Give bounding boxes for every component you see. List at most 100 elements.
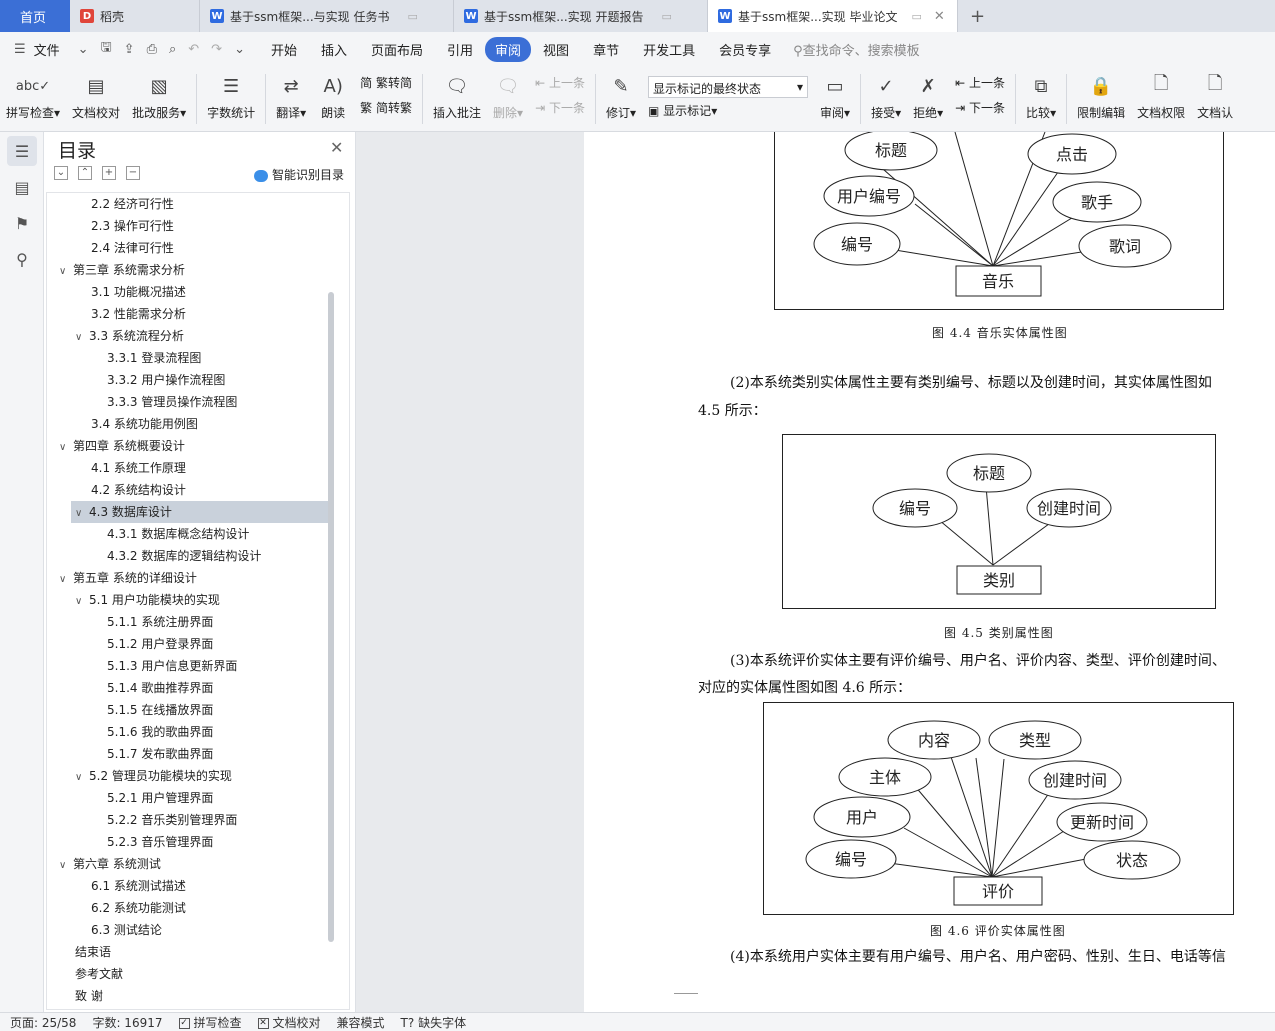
collapse-all-icon[interactable]: ⌄	[54, 166, 68, 180]
toc-item[interactable]: 3.3.3 管理员操作流程图	[47, 391, 349, 413]
toc-item[interactable]: 3.4 系统功能用例图	[47, 413, 349, 435]
simp-to-trad-button[interactable]: 繁 简转繁	[360, 99, 412, 116]
toc-item[interactable]: 5.2.3 音乐管理界面	[47, 831, 349, 853]
toc-item[interactable]: ∨ 4.3 数据库设计	[71, 501, 331, 523]
toc-item[interactable]: 4.2 系统结构设计	[47, 479, 349, 501]
print-icon[interactable]: ⎙	[141, 42, 163, 57]
toc-item[interactable]: ∨ 第四章 系统概要设计	[47, 435, 349, 457]
toc-item[interactable]: 5.2.1 用户管理界面	[47, 787, 349, 809]
menu-view[interactable]: 视图	[531, 40, 581, 59]
doc-more-button[interactable]: 🗋 文档认	[1191, 66, 1239, 121]
toc-item[interactable]: 2.2 经济可行性	[47, 193, 349, 215]
menu-devtools[interactable]: 开发工具	[631, 40, 707, 59]
read-aloud-button[interactable]: A) 朗读	[312, 66, 354, 121]
compare-button[interactable]: ⧉ 比较▾	[1020, 66, 1062, 121]
delete-comment-button[interactable]: 🗨 删除▾	[487, 66, 529, 121]
chevron-down-icon[interactable]: ∨	[75, 503, 89, 525]
chevron-down-icon[interactable]: ∨	[75, 327, 89, 349]
toc-item[interactable]: ∨ 5.2 管理员功能模块的实现	[47, 765, 349, 787]
batch-service-button[interactable]: ▧ 批改服务▾	[126, 66, 192, 121]
save-icon[interactable]: 🖫	[95, 38, 118, 60]
toc-item[interactable]: ∨ 5.1 用户功能模块的实现	[47, 589, 349, 611]
spellcheck-button[interactable]: abc✓ 拼写检查▾	[0, 66, 66, 121]
toc-item[interactable]: ∨ 第五章 系统的详细设计	[47, 567, 349, 589]
word-count[interactable]: 字数: 16917	[92, 1014, 162, 1031]
toc-item[interactable]: ∨ 第三章 系统需求分析	[47, 259, 349, 281]
toc-item[interactable]: 5.1.7 发布歌曲界面	[47, 743, 349, 765]
tab-docer[interactable]: D 稻壳	[70, 0, 200, 32]
restrict-edit-button[interactable]: 🔒 限制编辑	[1071, 66, 1131, 121]
toc-item[interactable]: 4.3.2 数据库的逻辑结构设计	[47, 545, 349, 567]
toc-item[interactable]: 致 谢	[47, 985, 349, 1007]
toc-item[interactable]: 结束语	[47, 941, 349, 963]
toc-panel-icon[interactable]: ☰	[7, 136, 37, 166]
page-indicator[interactable]: 页面: 25/58	[10, 1014, 76, 1031]
markup-state-select[interactable]: 显示标记的最终状态 ▾	[648, 76, 809, 98]
toc-item[interactable]: 6.3 测试结论	[47, 919, 349, 941]
proofread-status[interactable]: ✕ 文档校对	[257, 1014, 321, 1031]
revise-button[interactable]: ✎ 修订▾	[600, 66, 642, 121]
toc-item[interactable]: 5.1.3 用户信息更新界面	[47, 655, 349, 677]
close-icon[interactable]: ✕	[934, 9, 945, 24]
menu-layout[interactable]: 页面布局	[359, 40, 435, 59]
toc-item[interactable]: ∨ 3.3 系统流程分析	[47, 325, 349, 347]
proofread-button[interactable]: ▤ 文档校对	[66, 66, 126, 121]
toc-item[interactable]: 3.3.2 用户操作流程图	[47, 369, 349, 391]
toc-item[interactable]: 3.2 性能需求分析	[47, 303, 349, 325]
next-revision-button[interactable]: ⇥ 下一条	[955, 99, 1005, 116]
chevron-down-icon[interactable]: ∨	[59, 261, 73, 283]
toc-item[interactable]: ∨ 第六章 系统测试	[47, 853, 349, 875]
menu-member[interactable]: 会员专享	[707, 40, 783, 59]
search-icon[interactable]: ⚲	[7, 244, 37, 274]
command-search[interactable]: ⚲查找命令、搜索模板	[783, 40, 920, 59]
bookmark-icon[interactable]: ⚑	[7, 208, 37, 238]
remove-heading-icon[interactable]: −	[126, 166, 140, 180]
insert-comment-button[interactable]: 🗨 插入批注	[427, 66, 487, 121]
review-pane-button[interactable]: ▭ 审阅▾	[814, 66, 856, 121]
toc-scrollbar[interactable]	[328, 292, 334, 942]
reject-button[interactable]: ✗ 拒绝▾	[907, 66, 949, 121]
toc-item[interactable]: 5.1.4 歌曲推荐界面	[47, 677, 349, 699]
wordcount-button[interactable]: ☰ 字数统计	[201, 66, 261, 121]
translate-button[interactable]: ⇄ 翻译▾	[270, 66, 312, 121]
prev-comment-button[interactable]: ⇤ 上一条	[535, 74, 585, 91]
preview-icon[interactable]: ⌕	[163, 42, 182, 57]
tab-home[interactable]: 首页	[0, 0, 70, 32]
toc-item[interactable]: 3.1 功能概况描述	[47, 281, 349, 303]
section-panel-icon[interactable]: ▤	[7, 172, 37, 202]
toc-item[interactable]: 2.4 法律可行性	[47, 237, 349, 259]
missing-font-status[interactable]: T? 缺失字体	[401, 1014, 467, 1031]
add-heading-icon[interactable]: +	[102, 166, 116, 180]
undo-icon[interactable]: ↶	[182, 42, 205, 57]
tab-proposal[interactable]: W 基于ssm框架...实现 开题报告 ▭	[454, 0, 708, 32]
tab-thesis[interactable]: W 基于ssm框架...实现 毕业论文 ▭ ✕	[708, 0, 958, 32]
redo-icon[interactable]: ↷	[205, 42, 228, 57]
toc-item[interactable]: 4.1 系统工作原理	[47, 457, 349, 479]
toc-item[interactable]: 5.1.6 我的歌曲界面	[47, 721, 349, 743]
chevron-down-icon[interactable]: ∨	[75, 591, 89, 613]
menu-references[interactable]: 引用	[435, 40, 485, 59]
doc-permission-button[interactable]: 🗋 文档权限	[1131, 66, 1191, 121]
add-tab-button[interactable]: +	[958, 0, 997, 32]
toc-item[interactable]: 6.1 系统测试描述	[47, 875, 349, 897]
toc-item[interactable]: 2.3 操作可行性	[47, 215, 349, 237]
toc-item[interactable]: 3.3.1 登录流程图	[47, 347, 349, 369]
menu-start[interactable]: 开始	[259, 40, 309, 59]
tab-task-book[interactable]: W 基于ssm框架...与实现 任务书 ▭	[200, 0, 454, 32]
export-icon[interactable]: ⇪	[118, 42, 141, 57]
toc-item[interactable]: 5.2.2 音乐类别管理界面	[47, 809, 349, 831]
chevron-down-icon[interactable]: ∨	[59, 569, 73, 591]
next-comment-button[interactable]: ⇥ 下一条	[535, 99, 585, 116]
smart-toc-button[interactable]: 智能识别目录	[254, 166, 344, 183]
hamburger-icon[interactable]: ☰	[0, 42, 32, 57]
menu-file[interactable]: 文件	[32, 40, 72, 59]
prev-revision-button[interactable]: ⇤ 上一条	[955, 74, 1005, 91]
menu-review[interactable]: 审阅	[485, 36, 532, 62]
toc-item[interactable]: 参考文献	[47, 963, 349, 985]
menu-insert[interactable]: 插入	[309, 40, 359, 59]
close-icon[interactable]: ✕	[330, 138, 343, 157]
more-icon[interactable]: ⌄	[228, 42, 251, 57]
chevron-down-icon[interactable]: ∨	[59, 437, 73, 459]
toc-item[interactable]: 5.1.2 用户登录界面	[47, 633, 349, 655]
toc-item[interactable]: 4.3.1 数据库概念结构设计	[47, 523, 349, 545]
